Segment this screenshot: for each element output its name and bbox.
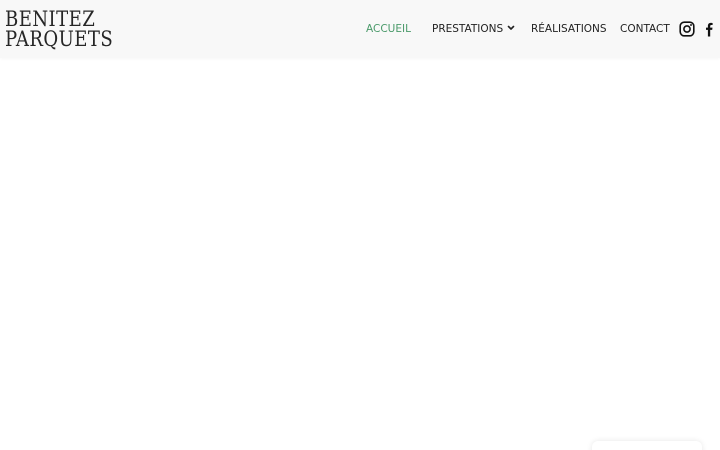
floating-widget[interactable] bbox=[592, 441, 702, 450]
nav-item-contact[interactable]: CONTACT bbox=[620, 23, 670, 36]
logo-line-2: PARQUETS bbox=[5, 27, 114, 51]
site-header: BENITEZ PARQUETS ACCUEIL PRESTATIONS RÉA… bbox=[0, 0, 720, 58]
nav-item-accueil[interactable]: ACCUEIL bbox=[366, 23, 411, 36]
logo-line-1: BENITEZ bbox=[5, 7, 96, 31]
nav-item-prestations-label: PRESTATIONS bbox=[432, 23, 504, 35]
facebook-icon bbox=[706, 22, 713, 37]
instagram-icon bbox=[679, 21, 695, 37]
chevron-down-icon bbox=[507, 25, 515, 30]
page: BENITEZ PARQUETS ACCUEIL PRESTATIONS RÉA… bbox=[0, 0, 720, 450]
nav-item-realisations[interactable]: RÉALISATIONS bbox=[531, 23, 607, 36]
nav-item-prestations[interactable]: PRESTATIONS bbox=[432, 23, 516, 36]
facebook-link[interactable] bbox=[701, 21, 717, 37]
instagram-link[interactable] bbox=[679, 21, 695, 37]
site-logo[interactable]: BENITEZ PARQUETS bbox=[5, 9, 115, 51]
